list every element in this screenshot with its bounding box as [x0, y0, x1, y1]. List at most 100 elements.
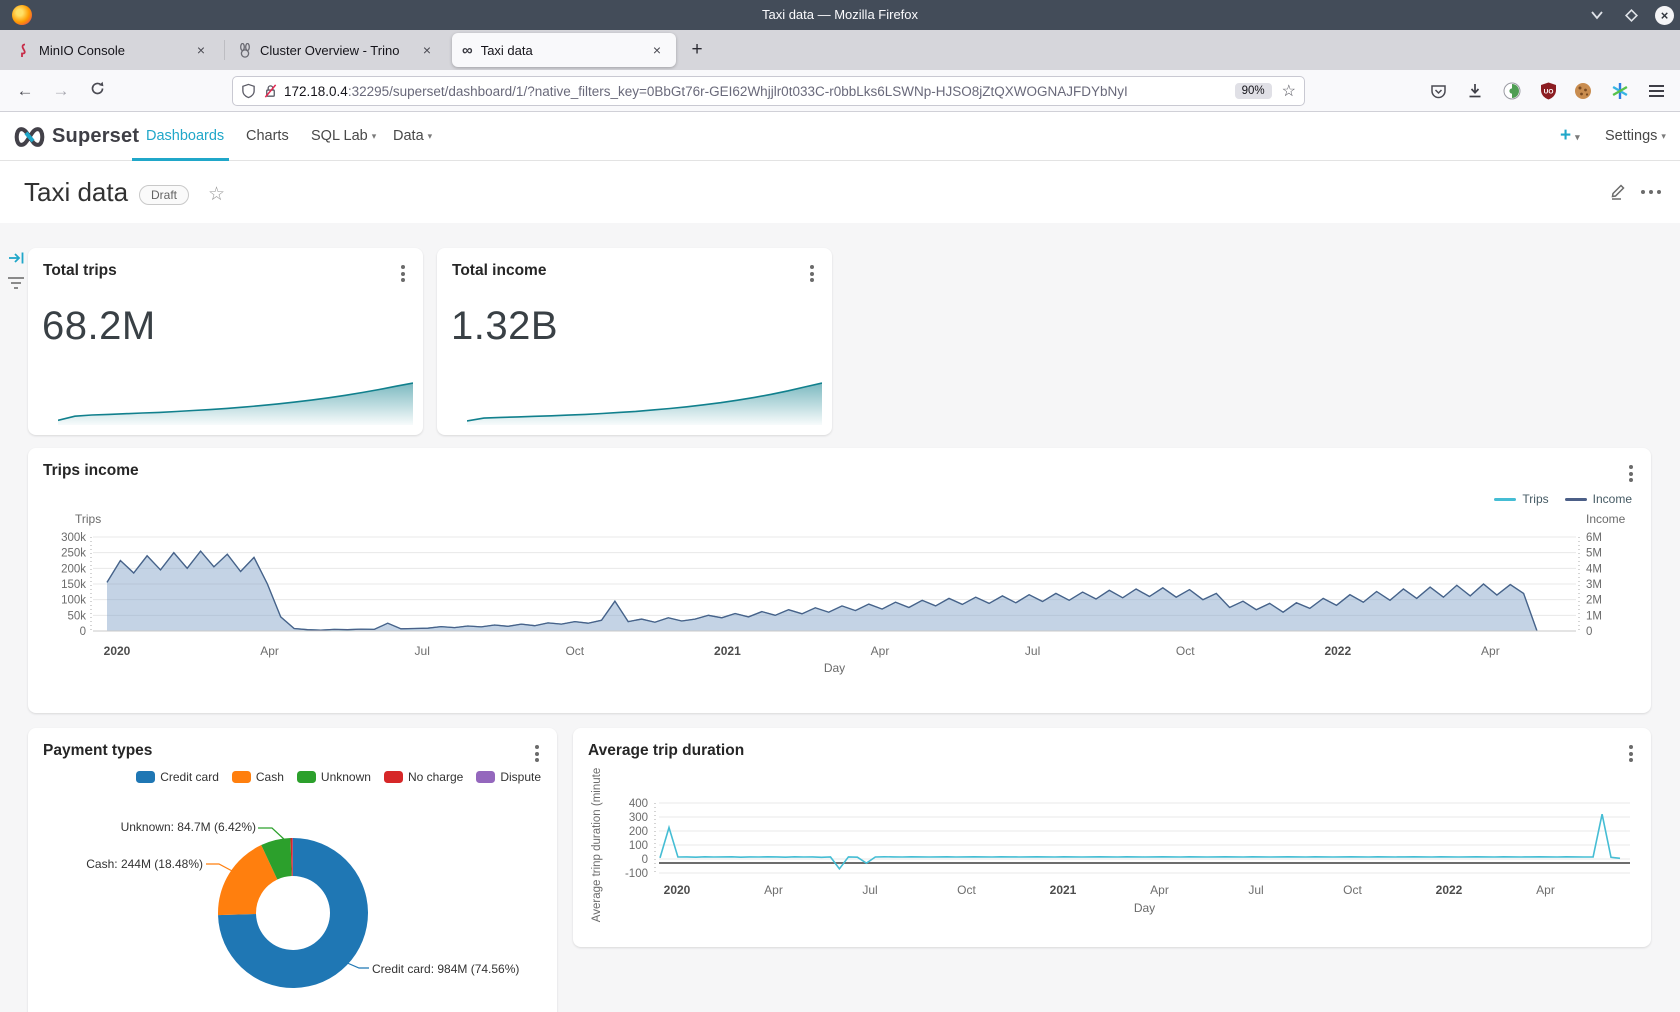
avg-trip-duration-chart: 4003002001000-100Average trinp duration …: [573, 728, 1651, 947]
axis-tick-label: 100k: [61, 595, 86, 607]
nav-item-dashboards[interactable]: Dashboards: [132, 112, 238, 160]
forward-button[interactable]: →: [48, 78, 74, 104]
axis-tick-label: 3M: [1586, 579, 1602, 591]
tab-label: MinIO Console: [39, 43, 182, 58]
axis-tick-label: Apr: [1150, 883, 1169, 897]
favorite-star-icon[interactable]: ☆: [208, 183, 225, 206]
reload-button[interactable]: [84, 78, 110, 104]
cookie-extension-icon[interactable]: [1573, 81, 1593, 101]
axis-tick-label: 0: [642, 854, 648, 866]
window-title: Taxi data — Mozilla Firefox: [0, 0, 1680, 30]
back-button[interactable]: ←: [12, 78, 38, 104]
card-payment-types: Payment types Credit cardCashUnknownNo c…: [28, 728, 557, 1012]
tab-label: Cluster Overview - Trino: [260, 43, 408, 58]
tab-trino[interactable]: Cluster Overview - Trino ×: [228, 33, 446, 67]
chart-title: Total trips: [43, 262, 117, 280]
axis-tick-label: Jul: [1025, 644, 1040, 658]
axis-tick-label: Jul: [1248, 883, 1263, 897]
browser-toolbar: ← → 172.18.0.4:32295/superset/dashboard/…: [0, 70, 1680, 112]
pie-callout-credit-card: Credit card: 984M (74.56%): [372, 962, 519, 976]
bookmark-star-icon[interactable]: ☆: [1282, 81, 1296, 101]
card-total-income: Total income 1.32B: [437, 248, 832, 435]
axis-tick-label: 6M: [1586, 532, 1602, 544]
axis-tick-label: 400: [629, 798, 648, 810]
axis-tick-label: Oct: [1343, 883, 1362, 897]
minio-icon: [18, 43, 31, 58]
menu-hamburger-icon[interactable]: [1646, 81, 1666, 101]
axis-tick-label: 250k: [61, 548, 86, 560]
nav-item-charts[interactable]: Charts: [232, 112, 303, 160]
axis-tick-label: 2022: [1324, 644, 1351, 658]
axis-tick-label: Day: [824, 661, 845, 675]
shield-icon[interactable]: [241, 83, 256, 99]
card-total-trips: Total trips 68.2M: [28, 248, 423, 435]
superset-brand: Superset: [52, 125, 139, 148]
nav-item-sql-lab[interactable]: SQL Lab▾: [297, 112, 390, 160]
axis-tick-label: Trips: [75, 512, 101, 526]
big-number-value: 1.32B: [451, 304, 558, 349]
axis-tick-label: 300k: [61, 532, 86, 544]
axis-tick-label: 2M: [1586, 595, 1602, 607]
superset-icon: ∞: [462, 43, 473, 58]
tab-close-icon[interactable]: ×: [418, 41, 436, 59]
chevron-down-icon: ▾: [372, 131, 377, 141]
svg-text:UO: UO: [1543, 89, 1553, 96]
window-close-icon[interactable]: ×: [1655, 6, 1674, 25]
pie-callout-cash: Cash: 244M (18.48%): [68, 857, 203, 871]
new-item-button[interactable]: +▾: [1560, 125, 1580, 147]
axis-tick-label: 100: [629, 840, 648, 852]
expand-filter-bar-icon[interactable]: [8, 250, 26, 268]
axis-tick-label: 1M: [1586, 610, 1602, 622]
axis-tick-label: 150k: [61, 579, 86, 591]
tab-minio-console[interactable]: MinIO Console ×: [8, 33, 220, 67]
edit-dashboard-icon[interactable]: [1608, 181, 1630, 203]
axis-tick-label: Apr: [260, 644, 279, 658]
chevron-down-icon: ▾: [1575, 132, 1580, 142]
superset-navbar: Superset Dashboards Charts SQL Lab▾ Data…: [0, 112, 1680, 161]
lock-insecure-icon[interactable]: [263, 83, 278, 99]
axis-tick-label: Oct: [957, 883, 976, 897]
pie-callout-unknown: Unknown: 84.7M (6.42%): [88, 820, 256, 834]
chevron-down-icon: ▾: [1661, 131, 1666, 141]
axis-tick-label: 4M: [1586, 563, 1602, 575]
extension-green-icon[interactable]: [1502, 81, 1522, 101]
url-host: 172.18.0.4: [284, 84, 348, 99]
nav-item-data[interactable]: Data▾: [379, 112, 446, 160]
downloads-icon[interactable]: [1465, 81, 1485, 101]
pie-callout-line: [206, 864, 234, 872]
dashboard-title: Taxi data: [24, 177, 128, 208]
chart-options-kebab-icon[interactable]: [808, 263, 816, 284]
axis-tick-label: -100: [625, 868, 648, 880]
dashboard-more-menu-icon[interactable]: [1641, 190, 1661, 194]
axis-tick-label: 0: [1586, 626, 1592, 638]
axis-tick-label: Oct: [1176, 644, 1195, 658]
trendline-chart: [58, 379, 413, 425]
filter-icon[interactable]: [7, 274, 25, 292]
zoom-level-badge[interactable]: 90%: [1235, 83, 1272, 99]
axis-tick-label: Jul: [862, 883, 877, 897]
tab-taxi-data-active[interactable]: ∞ Taxi data ×: [452, 33, 676, 67]
new-tab-button[interactable]: +: [684, 38, 710, 64]
trendline-chart: [467, 379, 822, 425]
axis-tick-label: Apr: [1481, 644, 1500, 658]
window-maximize-icon[interactable]: [1621, 5, 1641, 25]
tab-close-icon[interactable]: ×: [192, 41, 210, 59]
pocket-icon[interactable]: [1428, 81, 1448, 101]
browser-window: Taxi data — Mozilla Firefox × MinIO Cons…: [0, 0, 1680, 1012]
axis-tick-label: Income: [1586, 512, 1626, 526]
extension-shield-icon[interactable]: UO: [1538, 81, 1558, 101]
window-minimize-icon[interactable]: [1587, 5, 1607, 25]
card-avg-trip-duration: Average trip duration 4003002001000-100A…: [573, 728, 1651, 947]
chart-options-kebab-icon[interactable]: [399, 263, 407, 284]
tab-bar: MinIO Console × Cluster Overview - Trino…: [0, 30, 1680, 70]
url-bar[interactable]: 172.18.0.4:32295/superset/dashboard/1/?n…: [232, 76, 1305, 106]
axis-tick-label: 200k: [61, 563, 86, 575]
extension-asterisk-icon[interactable]: [1610, 81, 1630, 101]
settings-menu[interactable]: Settings▾: [1605, 112, 1666, 160]
tab-close-icon[interactable]: ×: [648, 41, 666, 59]
axis-tick-label: 2022: [1436, 883, 1463, 897]
axis-tick-label: Day: [1134, 901, 1155, 915]
axis-tick-label: Apr: [1536, 883, 1555, 897]
tab-separator: [224, 40, 225, 60]
dashboard-header: Taxi data Draft ☆: [0, 161, 1680, 223]
